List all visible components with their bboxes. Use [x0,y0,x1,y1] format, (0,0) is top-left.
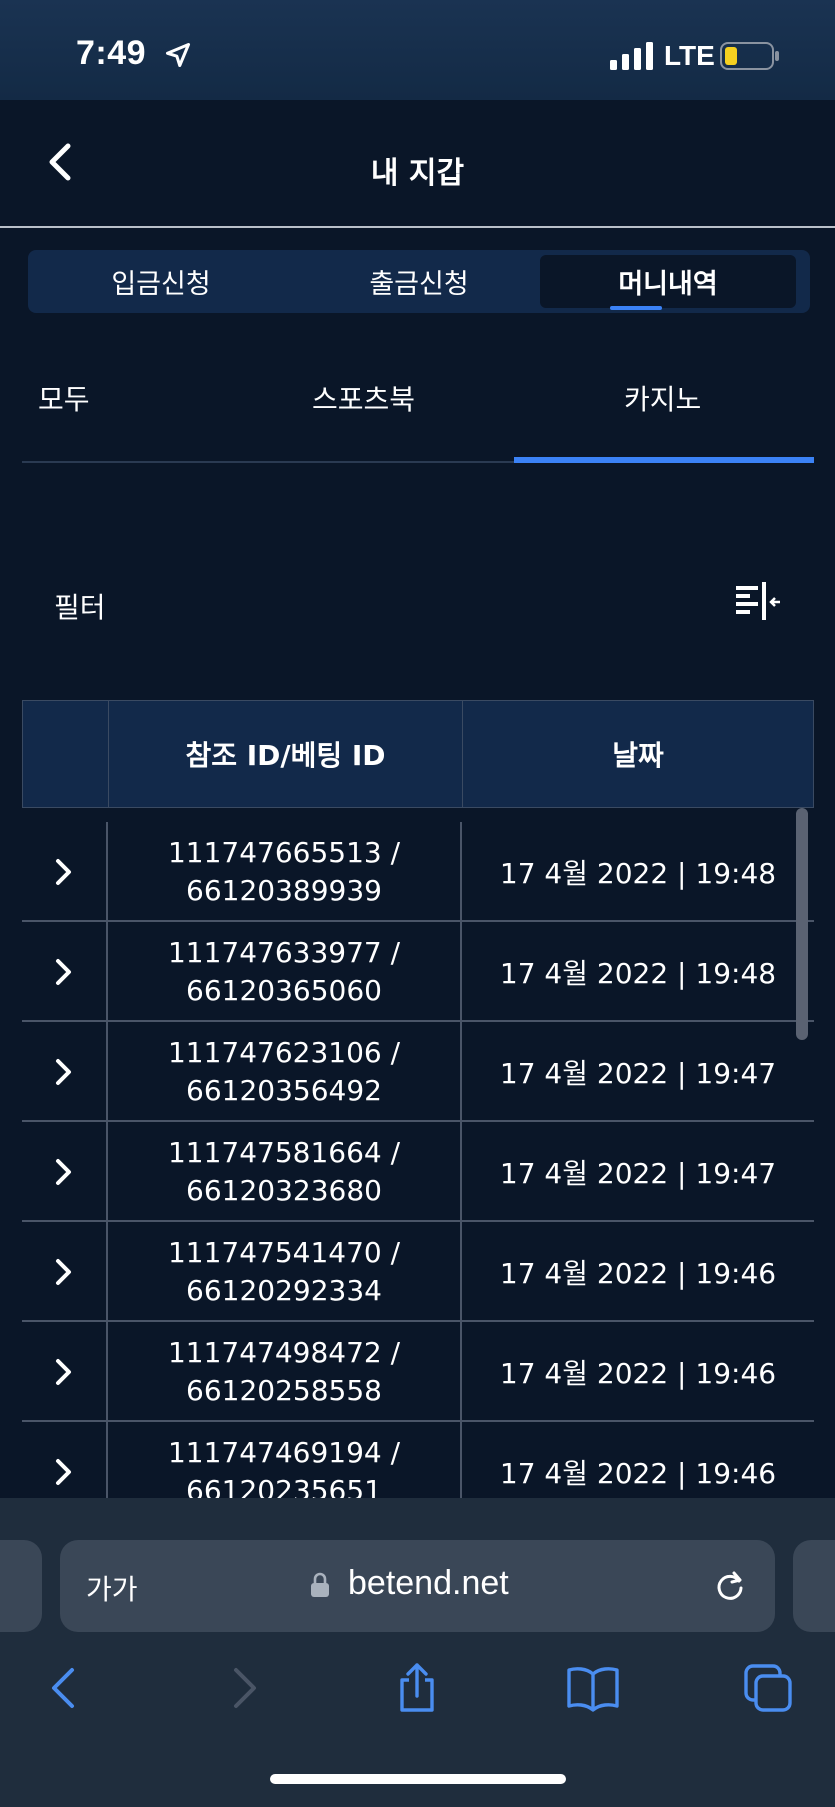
category-tab-casino[interactable]: 카지노 [624,378,701,418]
reference-id: 111747469194 / [167,1436,401,1469]
tabs-icon[interactable] [742,1662,796,1714]
table-row: 111747498472 / 66120258558 17 4월 2022 | … [22,1322,814,1422]
reference-bet-id-cell: 111747665513 / 66120389939 [108,822,462,922]
tab-deposit[interactable]: 입금신청 [33,255,289,308]
text-size-button[interactable]: 가가 [86,1568,138,1608]
reference-id: 111747541470 / [167,1236,401,1269]
filter-collapse-icon[interactable] [734,580,782,624]
app-header: 내 지갑 [0,100,835,228]
reference-id: 111747581664 / [167,1136,401,1169]
reference-bet-id-cell: 111747541470 / 66120292334 [108,1222,462,1322]
home-indicator [270,1774,566,1784]
chevron-right-icon [56,1159,71,1185]
lock-icon [311,1572,329,1597]
reference-bet-id-cell: 111747469194 / 66120235651 [108,1422,462,1498]
chevron-right-icon [56,1259,71,1285]
chevron-right-icon [56,1459,71,1485]
header-reference-id: 참조 ID/베팅 ID [109,701,463,807]
bet-id: 66120389939 [186,874,382,907]
filter-label[interactable]: 필터 [54,586,106,626]
table-row: 111747665513 / 66120389939 17 4월 2022 | … [22,822,814,922]
reload-icon[interactable] [712,1568,748,1604]
date-cell: 17 4월 2022 | 19:47 [499,1157,777,1190]
date-cell: 17 4월 2022 | 19:48 [499,957,777,990]
table-scrollbar[interactable] [796,808,808,1040]
header-expand-column [23,701,109,807]
battery-low-icon [720,42,779,70]
chevron-right-icon [56,1059,71,1085]
table-row: 111747581664 / 66120323680 17 4월 2022 | … [22,1122,814,1222]
bet-id: 66120235651 [186,1474,382,1498]
reference-id: 111747665513 / [167,836,401,869]
signal-icon [610,42,653,70]
reference-id: 111747623106 / [167,1036,401,1069]
location-arrow-icon [165,42,191,68]
table-row: 111747541470 / 66120292334 17 4월 2022 | … [22,1222,814,1322]
table-row: 111747623106 / 66120356492 17 4월 2022 | … [22,1022,814,1122]
transaction-table: 111747665513 / 66120389939 17 4월 2022 | … [22,822,814,1498]
bet-id: 66120365060 [186,974,382,1007]
expand-row-button[interactable] [22,1022,108,1122]
tab-withdraw[interactable]: 출금신청 [291,255,547,308]
reference-bet-id-cell: 111747633977 / 66120365060 [108,922,462,1022]
expand-row-button[interactable] [22,1322,108,1422]
status-bar: 7:49 LTE [0,0,835,100]
status-time: 7:49 [76,34,147,72]
reference-bet-id-cell: 111747623106 / 66120356492 [108,1022,462,1122]
date-cell: 17 4월 2022 | 19:48 [499,857,777,890]
expand-row-button[interactable] [22,822,108,922]
chevron-right-icon [56,1359,71,1385]
bet-id: 66120258558 [186,1374,382,1407]
network-label: LTE [664,40,715,71]
expand-row-button[interactable] [22,1222,108,1322]
expand-row-button[interactable] [22,922,108,1022]
chevron-right-icon [56,959,71,985]
table-header: 참조 ID/베팅 ID 날짜 [22,700,814,808]
tab-money-history[interactable]: 머니내역 [540,255,796,308]
active-segment-indicator [610,306,662,310]
category-tab-sportsbook[interactable]: 스포츠북 [312,378,415,418]
reference-id: 111747498472 / [167,1336,401,1369]
expand-row-button[interactable] [22,1422,108,1498]
previous-tab-preview[interactable] [0,1540,42,1632]
table-row: 111747469194 / 66120235651 17 4월 2022 | … [22,1422,814,1498]
active-category-indicator [514,457,814,463]
date-cell: 17 4월 2022 | 19:47 [499,1057,777,1090]
bet-id: 66120323680 [186,1174,382,1207]
category-tab-all[interactable]: 모두 [38,378,90,418]
wallet-segment-tabs: 입금신청 출금신청 머니내역 [28,250,810,313]
url-text: betend.net [348,1564,509,1602]
reference-bet-id-cell: 111747498472 / 66120258558 [108,1322,462,1422]
share-icon[interactable] [390,1662,444,1714]
back-icon[interactable] [38,1662,92,1714]
date-cell: 17 4월 2022 | 19:46 [499,1457,777,1490]
next-tab-preview[interactable] [793,1540,835,1632]
bookmarks-icon[interactable] [566,1662,620,1714]
address-bar[interactable]: 가가 betend.net [60,1540,775,1632]
reference-bet-id-cell: 111747581664 / 66120323680 [108,1122,462,1222]
chevron-right-icon [56,859,71,885]
date-cell: 17 4월 2022 | 19:46 [499,1257,777,1290]
header-date: 날짜 [612,739,664,772]
table-row: 111747633977 / 66120365060 17 4월 2022 | … [22,922,814,1022]
date-cell: 17 4월 2022 | 19:46 [499,1357,777,1390]
page-title: 내 지갑 [370,156,465,191]
bet-id: 66120292334 [186,1274,382,1307]
expand-row-button[interactable] [22,1122,108,1222]
forward-icon[interactable] [216,1662,270,1714]
reference-id: 111747633977 / [167,936,401,969]
bet-id: 66120356492 [186,1074,382,1107]
